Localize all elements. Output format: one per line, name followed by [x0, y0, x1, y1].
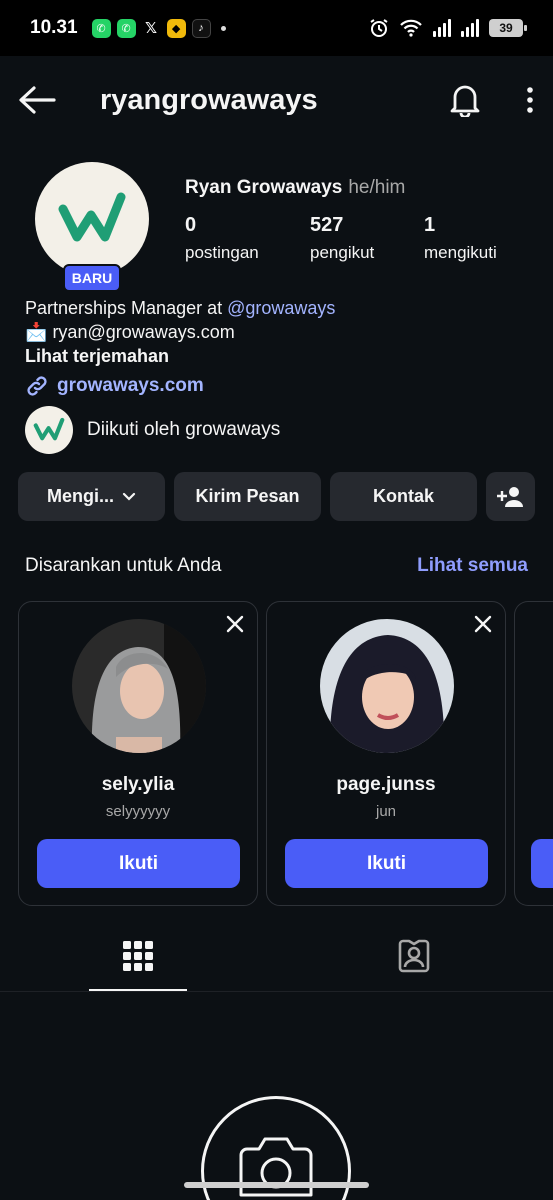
profile-actions: Mengi... Kirim Pesan Kontak — [18, 472, 535, 521]
tab-tagged[interactable] — [276, 920, 552, 991]
suggestions-title: Disarankan untuk Anda — [25, 555, 222, 576]
status-app-icons: ✆ ✆ 𝕏 ◆ ♪ — [91, 18, 226, 38]
camera-icon — [239, 1137, 313, 1197]
battery-icon: 39 — [489, 19, 527, 37]
link-icon — [27, 376, 47, 396]
pronouns: he/him — [348, 177, 406, 198]
stat-label: mengikuti — [424, 243, 497, 262]
contact-button[interactable]: Kontak — [330, 472, 477, 521]
stat-count: 527 — [310, 214, 344, 236]
grid-icon — [123, 940, 153, 971]
close-icon[interactable] — [225, 614, 245, 634]
back-arrow-icon[interactable] — [18, 85, 56, 115]
follow-button[interactable] — [531, 839, 553, 888]
suggestion-card-partial[interactable] — [514, 601, 553, 906]
growaways-logo-icon — [33, 417, 65, 441]
suggestion-subtitle: jun — [375, 803, 397, 820]
bio-line-1: Partnerships Manager at @growaways — [25, 296, 335, 320]
stat-label: pengikut — [310, 243, 375, 262]
profile-stats: 0 postingan 527 pengikut 1 mengikuti — [185, 214, 497, 263]
wifi-icon — [400, 19, 422, 37]
stat-count: 0 — [185, 214, 197, 236]
display-name: Ryan Growaways — [185, 177, 343, 198]
followed-by-text: Diikuti oleh growaways — [87, 419, 281, 440]
add-person-button[interactable] — [486, 472, 535, 521]
follow-button[interactable]: Ikuti — [285, 839, 488, 888]
stat-followers[interactable]: 527 pengikut — [310, 214, 424, 263]
signal-icon — [433, 19, 451, 37]
whatsapp-business-icon: ✆ — [116, 18, 136, 38]
suggestion-username: page.junss — [336, 774, 436, 795]
message-button[interactable]: Kirim Pesan — [174, 472, 321, 521]
bio-text: Partnerships Manager at — [25, 298, 228, 318]
website-url: growaways.com — [57, 375, 204, 396]
suggestion-avatar[interactable] — [72, 619, 206, 753]
status-time: 10.31 — [30, 17, 78, 38]
profile-bio: Partnerships Manager at @growaways 📩 rya… — [25, 296, 335, 368]
profile-tabs — [0, 920, 553, 992]
add-person-icon — [496, 486, 523, 507]
bio-email: ryan@growaways.com — [52, 322, 235, 342]
status-bar: 10.31 ✆ ✆ 𝕏 ◆ ♪ 39 — [0, 0, 553, 56]
suggestion-carousel[interactable]: sely.ylia selyyyyyy Ikuti page.junss jun… — [18, 601, 553, 906]
tab-posts-grid[interactable] — [0, 920, 276, 991]
suggestion-avatar[interactable] — [320, 619, 454, 753]
binance-icon: ◆ — [166, 18, 186, 38]
profile-header: ryangrowaways — [0, 56, 553, 144]
follower-avatar — [25, 406, 73, 454]
following-label: Mengi... — [47, 486, 114, 506]
chevron-down-icon — [122, 492, 136, 501]
suggestion-username: sely.ylia — [101, 774, 175, 795]
name-row: Ryan Growaways he/him — [185, 177, 405, 199]
followed-by-row[interactable]: Diikuti oleh growaways — [25, 406, 280, 454]
profile-username-title: ryangrowaways — [100, 83, 318, 116]
message-label: Kirim Pesan — [195, 486, 300, 506]
stat-posts[interactable]: 0 postingan — [185, 214, 310, 263]
battery-level: 39 — [499, 21, 513, 35]
home-indicator[interactable] — [184, 1182, 369, 1188]
close-icon[interactable] — [473, 614, 493, 634]
bio-line-2: 📩 ryan@growaways.com — [25, 320, 335, 344]
stat-following[interactable]: 1 mengikuti — [424, 214, 497, 263]
suggestion-subtitle: selyyyyyy — [105, 803, 171, 820]
growaways-logo-icon — [58, 192, 126, 242]
more-options-icon[interactable] — [525, 85, 535, 115]
profile-photo — [72, 619, 206, 753]
new-badge: BARU — [63, 264, 121, 292]
bio-mention-link[interactable]: @growaways — [227, 298, 335, 318]
suggestion-card[interactable]: sely.ylia selyyyyyy Ikuti — [18, 601, 258, 906]
follow-button[interactable]: Ikuti — [37, 839, 240, 888]
whatsapp-icon: ✆ — [91, 18, 111, 38]
following-dropdown-button[interactable]: Mengi... — [18, 472, 165, 521]
profile-avatar[interactable]: BARU — [35, 162, 149, 292]
see-all-link[interactable]: Lihat semua — [417, 555, 528, 577]
alarm-icon — [370, 19, 388, 37]
x-icon: 𝕏 — [145, 20, 158, 37]
suggestion-card[interactable]: page.junss jun Ikuti — [266, 601, 506, 906]
stat-count: 1 — [424, 214, 436, 236]
translate-link[interactable]: Lihat terjemahan — [25, 344, 335, 368]
envelope-icon: 📩 — [25, 322, 48, 342]
stat-label: postingan — [185, 243, 259, 262]
notification-dot — [220, 25, 226, 31]
website-link[interactable]: growaways.com — [25, 374, 204, 398]
suggestions-header: Disarankan untuk Anda Lihat semua — [25, 555, 528, 577]
signal-icon-2 — [461, 19, 479, 37]
tiktok-icon: ♪ — [191, 18, 211, 38]
contact-label: Kontak — [372, 486, 434, 506]
status-indicators: 39 — [369, 18, 527, 38]
tagged-person-icon — [398, 939, 430, 972]
bell-icon[interactable] — [449, 83, 481, 117]
profile-photo — [320, 619, 454, 753]
avatar — [35, 162, 149, 276]
